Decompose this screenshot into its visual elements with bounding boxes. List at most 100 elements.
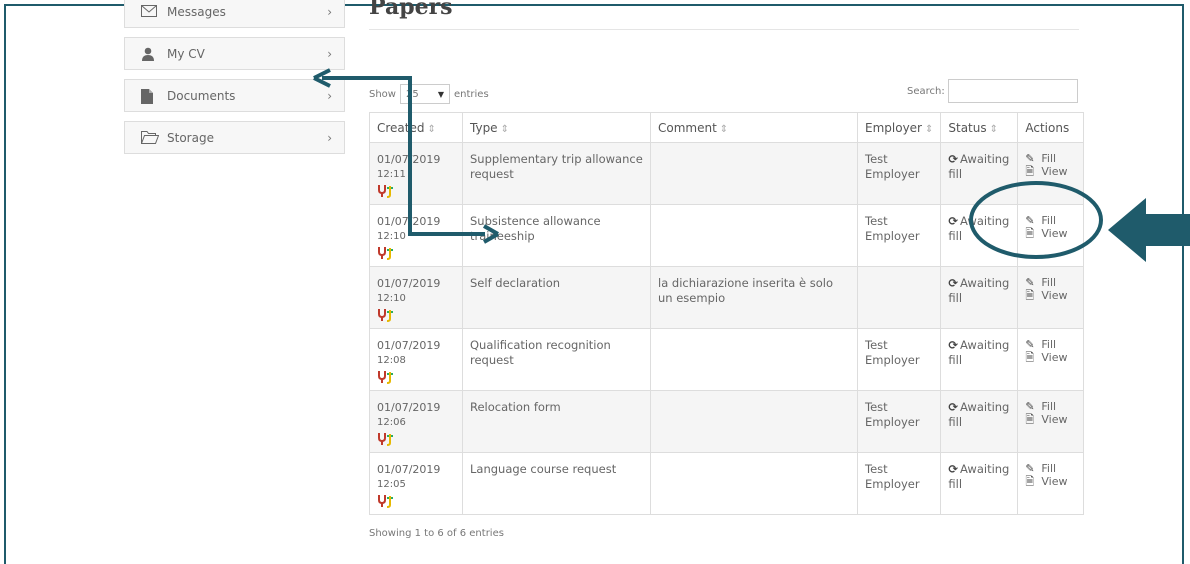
title-divider bbox=[369, 29, 1079, 30]
column-header-created[interactable]: Created ⇕ bbox=[369, 112, 463, 143]
created-time: 12:08 bbox=[377, 355, 406, 366]
folder-open-icon bbox=[140, 130, 160, 145]
cell-actions: ✎ Fill 🗎 View bbox=[1017, 328, 1085, 391]
cell-comment: la dichiarazione inserita è solo un esem… bbox=[650, 266, 858, 329]
sidebar-item-messages[interactable]: Messages › bbox=[124, 0, 345, 28]
document-icon: 🗎 bbox=[1025, 351, 1035, 364]
view-label: View bbox=[1041, 413, 1068, 426]
view-label: View bbox=[1041, 289, 1068, 302]
created-date: 01/07/2019 bbox=[377, 277, 441, 290]
view-link[interactable]: 🗎 View bbox=[1025, 289, 1076, 302]
fill-link[interactable]: ✎ Fill bbox=[1025, 276, 1076, 289]
entries-select[interactable]: 25 ▼ bbox=[399, 84, 450, 104]
envelope-icon bbox=[141, 4, 157, 19]
sidebar-item-label: Storage bbox=[167, 130, 214, 145]
created-date: 01/07/2019 bbox=[377, 401, 441, 414]
cell-created: 01/07/2019 12:06 bbox=[369, 390, 463, 453]
fill-link[interactable]: ✎ Fill bbox=[1025, 462, 1076, 475]
view-link[interactable]: 🗎 View bbox=[1025, 165, 1076, 178]
column-header-status[interactable]: Status ⇕ bbox=[940, 112, 1019, 143]
cell-status: ⟳ Awaiting fill bbox=[940, 204, 1019, 267]
fill-link[interactable]: ✎ Fill bbox=[1025, 400, 1076, 413]
column-header-type[interactable]: Type ⇕ bbox=[462, 112, 651, 143]
cell-status: ⟳ Awaiting fill bbox=[940, 452, 1019, 515]
cell-actions: ✎ Fill 🗎 View bbox=[1017, 204, 1085, 267]
chevron-right-icon: › bbox=[327, 4, 332, 19]
tricolor-app-icon bbox=[378, 247, 393, 260]
created-time: 12:10 bbox=[377, 231, 406, 242]
created-time: 12:11 bbox=[377, 169, 406, 180]
cell-employer: Test Employer bbox=[856, 328, 942, 391]
cell-actions: ✎ Fill 🗎 View bbox=[1017, 452, 1085, 515]
table-row: 01/07/2019 12:10 Self declaration la dichia… bbox=[369, 266, 1085, 329]
refresh-icon: ⟳ bbox=[948, 276, 959, 290]
created-date: 01/07/2019 bbox=[377, 215, 441, 228]
cell-status: ⟳ Awaiting fill bbox=[940, 390, 1019, 453]
sort-icon: ⇕ bbox=[427, 123, 436, 135]
cell-type: Subsistence allowance traineeship bbox=[462, 204, 651, 267]
cell-status: ⟳ Awaiting fill bbox=[940, 142, 1019, 205]
show-label: Show bbox=[369, 88, 396, 100]
sidebar-item-storage[interactable]: Storage › bbox=[124, 121, 345, 154]
view-link[interactable]: 🗎 View bbox=[1025, 351, 1076, 364]
view-label: View bbox=[1041, 351, 1068, 364]
cell-comment bbox=[650, 328, 858, 391]
chevron-right-icon: › bbox=[327, 46, 332, 61]
tricolor-app-icon bbox=[378, 495, 393, 508]
sort-icon: ⇕ bbox=[989, 123, 999, 135]
chevron-right-icon: › bbox=[327, 88, 332, 103]
table-info: Showing 1 to 6 of 6 entries bbox=[369, 528, 504, 539]
cell-type: Supplementary trip allowance request bbox=[462, 142, 651, 205]
pencil-icon: ✎ bbox=[1025, 400, 1035, 413]
cell-actions: ✎ Fill 🗎 View bbox=[1017, 390, 1085, 453]
cell-comment bbox=[650, 204, 858, 267]
pencil-icon: ✎ bbox=[1025, 152, 1035, 165]
tricolor-app-icon bbox=[378, 433, 393, 446]
refresh-icon: ⟳ bbox=[948, 462, 959, 476]
view-label: View bbox=[1041, 475, 1068, 488]
pencil-icon: ✎ bbox=[1025, 214, 1035, 227]
cell-employer: Test Employer bbox=[856, 390, 942, 453]
cell-comment bbox=[650, 390, 858, 453]
entries-label: entries bbox=[453, 88, 489, 100]
cell-actions: ✎ Fill 🗎 View bbox=[1017, 266, 1085, 329]
entries-select-value: 25 bbox=[405, 88, 419, 100]
cell-employer: Test Employer bbox=[856, 142, 942, 205]
sidebar-item-label: Messages bbox=[167, 4, 226, 19]
column-header-comment[interactable]: Comment ⇕ bbox=[650, 112, 858, 143]
view-link[interactable]: 🗎 View bbox=[1025, 227, 1076, 240]
pencil-icon: ✎ bbox=[1025, 276, 1035, 289]
fill-link[interactable]: ✎ Fill bbox=[1025, 338, 1076, 351]
sidebar-item-label: My CV bbox=[167, 46, 205, 61]
cell-type: Qualification recognition request bbox=[462, 328, 651, 391]
document-icon: 🗎 bbox=[1025, 227, 1035, 240]
cell-employer: Test Employer bbox=[856, 452, 942, 515]
table-row: 01/07/2019 12:05 Language course request Te… bbox=[369, 452, 1085, 515]
view-link[interactable]: 🗎 View bbox=[1025, 413, 1076, 426]
sidebar-item-my-cv[interactable]: My CV › bbox=[124, 37, 345, 70]
sidebar-item-label: Documents bbox=[167, 88, 236, 103]
cell-type: Language course request bbox=[462, 452, 651, 515]
created-date: 01/07/2019 bbox=[377, 339, 441, 352]
cell-employer: Test Employer bbox=[856, 204, 942, 267]
created-time: 12:05 bbox=[377, 479, 406, 490]
table-row: 01/07/2019 12:06 Relocation form Test Emplo… bbox=[369, 390, 1085, 453]
table-row: 01/07/2019 12:08 Qualification recognition… bbox=[369, 328, 1085, 391]
created-date: 01/07/2019 bbox=[377, 463, 441, 476]
fill-link[interactable]: ✎ Fill bbox=[1025, 152, 1076, 165]
cell-status: ⟳ Awaiting fill bbox=[940, 266, 1019, 329]
sort-icon: ⇕ bbox=[719, 123, 729, 135]
sidebar-item-documents[interactable]: Documents › bbox=[124, 79, 345, 112]
caret-down-icon: ▼ bbox=[437, 89, 444, 99]
document-icon: 🗎 bbox=[1025, 413, 1035, 426]
search-input[interactable] bbox=[947, 79, 1078, 103]
fill-label: Fill bbox=[1041, 276, 1057, 289]
refresh-icon: ⟳ bbox=[948, 400, 959, 414]
fill-label: Fill bbox=[1041, 338, 1057, 351]
refresh-icon: ⟳ bbox=[948, 214, 959, 228]
fill-link[interactable]: ✎ Fill bbox=[1025, 214, 1076, 227]
fill-label: Fill bbox=[1041, 214, 1057, 227]
created-time: 12:10 bbox=[377, 293, 406, 304]
view-link[interactable]: 🗎 View bbox=[1025, 475, 1076, 488]
column-header-employer[interactable]: Employer ⇕ bbox=[856, 112, 942, 143]
